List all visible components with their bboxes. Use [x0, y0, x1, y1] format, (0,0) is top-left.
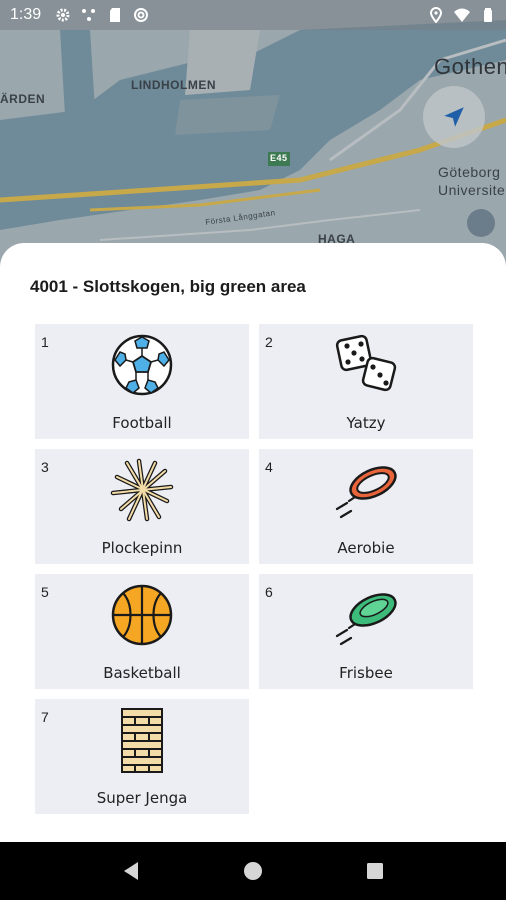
dice-icon: [335, 334, 397, 392]
card-number: 1: [41, 334, 49, 350]
status-time: 1:39: [10, 6, 42, 23]
map-label-e45: E45: [270, 153, 288, 163]
equipment-card-super-jenga[interactable]: 7 Super Jenga: [35, 699, 249, 814]
equipment-card-football[interactable]: 1 Football: [35, 324, 249, 439]
card-label: Football: [112, 414, 172, 432]
status-bar: 1:39: [0, 0, 506, 30]
location-icon: [429, 7, 443, 23]
map-label-gothenburg: Gothen: [434, 54, 506, 79]
equipment-grid: 1 Football 2 Yatzy 3 Plockepinn 4 Aerobi…: [35, 324, 473, 814]
sd-card-icon: [110, 8, 121, 22]
home-button[interactable]: [242, 860, 264, 882]
aerobie-ring-icon: [335, 466, 397, 519]
basketball-icon: [111, 584, 173, 646]
gear-icon: [56, 8, 70, 22]
navigation-arrow-icon: [444, 107, 464, 127]
card-number: 6: [265, 584, 273, 600]
card-label: Plockepinn: [101, 539, 183, 557]
sheet-title: 4001 - Slottskogen, big green area: [30, 277, 306, 296]
back-triangle-icon: [124, 862, 138, 880]
recents-button[interactable]: [364, 860, 386, 882]
card-number: 4: [265, 459, 273, 475]
equipment-card-aerobie[interactable]: 4 Aerobie: [259, 449, 473, 564]
wifi-icon: [454, 8, 470, 22]
equipment-card-frisbee[interactable]: 6 Frisbee: [259, 574, 473, 689]
card-label: Basketball: [103, 664, 181, 682]
network-icon: [82, 9, 96, 21]
sticks-icon: [110, 458, 174, 522]
frisbee-icon: [335, 593, 397, 646]
card-label: Yatzy: [346, 414, 386, 432]
equipment-card-plockepinn[interactable]: 3 Plockepinn: [35, 449, 249, 564]
bottom-sheet: 4001 - Slottskogen, big green area 1 Foo…: [0, 243, 506, 842]
system-navigation-bar: [0, 842, 506, 900]
battery-icon: [484, 8, 492, 22]
recents-square-icon: [367, 863, 383, 879]
equipment-card-basketball[interactable]: 5 Basketball: [35, 574, 249, 689]
football-icon: [111, 334, 173, 396]
jenga-tower-icon: [121, 708, 163, 773]
back-button[interactable]: [120, 860, 142, 882]
at-icon: [134, 8, 149, 22]
card-number: 3: [41, 459, 49, 475]
map-label-arden: ÄRDEN: [0, 92, 46, 106]
map-label-lindholmen: LINDHOLMEN: [131, 78, 216, 92]
card-number: 7: [41, 709, 49, 725]
home-circle-icon: [244, 862, 262, 880]
map-label-goteborg: Göteborg: [438, 164, 501, 180]
card-label: Super Jenga: [96, 789, 188, 807]
card-number: 5: [41, 584, 49, 600]
equipment-card-yatzy[interactable]: 2 Yatzy: [259, 324, 473, 439]
card-label: Frisbee: [339, 664, 393, 682]
card-number: 2: [265, 334, 273, 350]
card-label: Aerobie: [337, 539, 395, 557]
my-location-button[interactable]: [423, 86, 485, 148]
map-label-universitet: Universite: [438, 182, 506, 198]
